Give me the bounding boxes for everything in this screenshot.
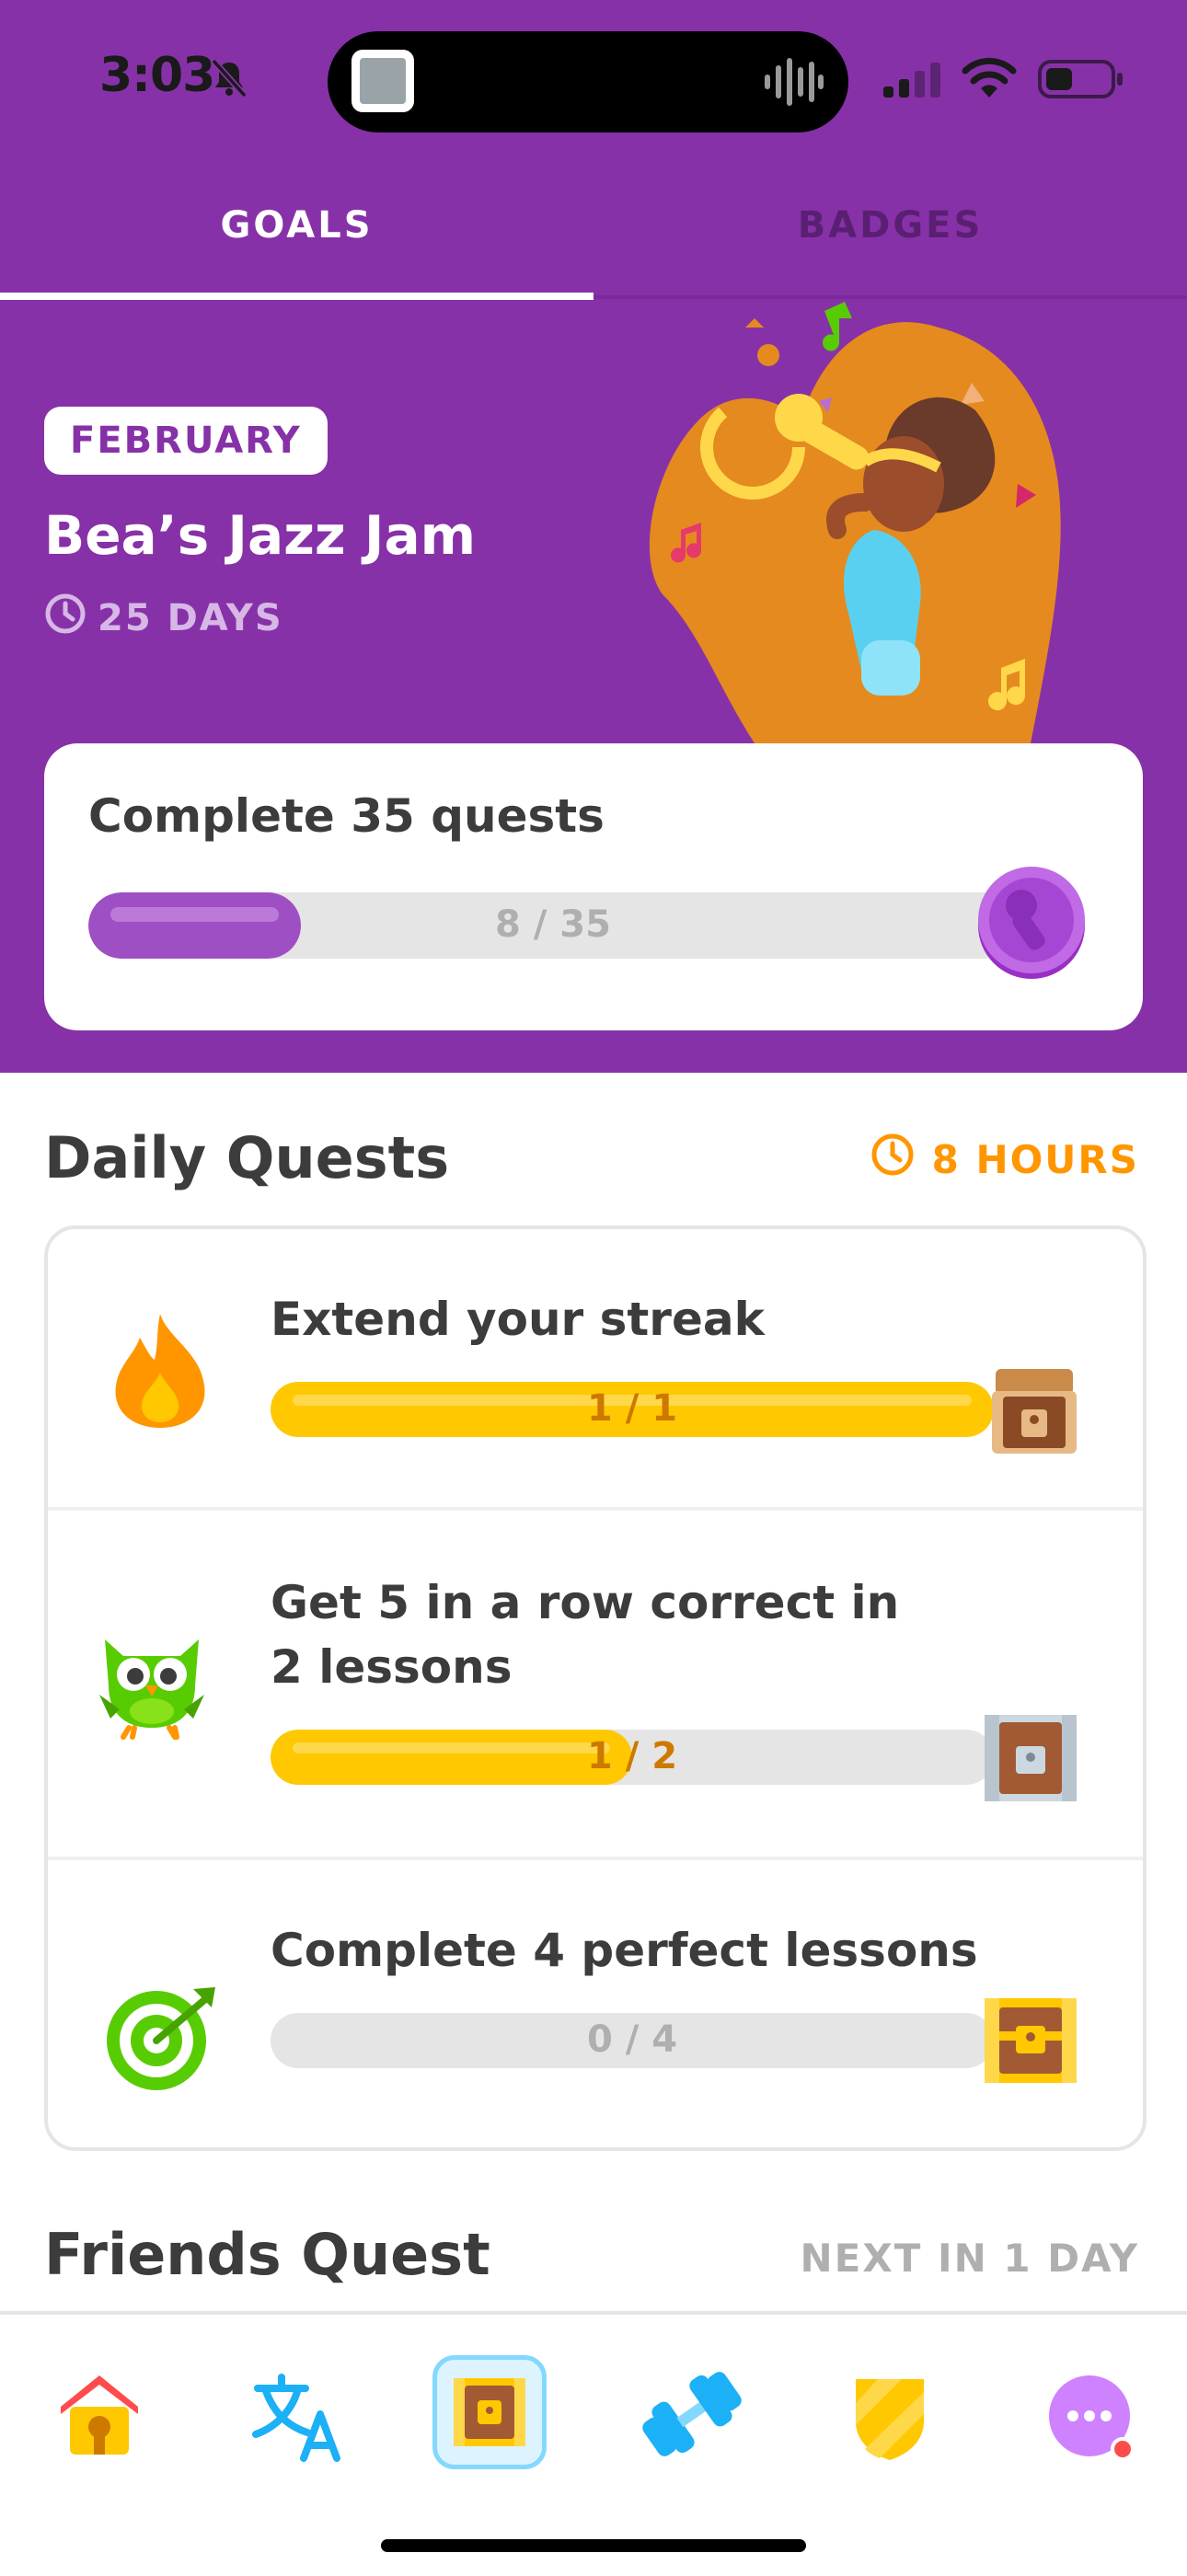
daily-quests-remaining: 8 HOURS: [931, 1136, 1139, 1182]
month-badge: FEBRUARY: [44, 407, 328, 475]
wifi-icon: [961, 57, 1018, 103]
trumpet-badge-icon: [974, 865, 1089, 984]
daily-quests-timer: 8 HOURS: [870, 1132, 1139, 1187]
jazz-trumpet-illustration: [644, 300, 1123, 747]
silver-chest-icon: [983, 1713, 1078, 1807]
dumbbell-icon[interactable]: [639, 2366, 745, 2466]
quest-title: Get 5 in a row correct in: [271, 1576, 900, 1629]
shield-icon[interactable]: [850, 2374, 929, 2466]
silent-bell-icon: [208, 57, 250, 103]
tab-active-indicator: [0, 293, 594, 300]
quest-progress-text: 1 / 1: [586, 1387, 678, 1430]
quests-chest-icon[interactable]: [432, 2355, 547, 2469]
signal-icon: [883, 61, 944, 101]
quest-title: Complete 4 perfect lessons: [271, 1924, 978, 1977]
event-remaining: 25 DAYS: [44, 592, 283, 644]
tab-badges[interactable]: BADGES: [594, 204, 1187, 247]
quest-progress-bar: 0 / 4: [271, 2013, 994, 2068]
quest-progress-text: 1 / 2: [586, 1735, 678, 1777]
timer-icon: [870, 1132, 916, 1187]
battery-icon: [1038, 59, 1126, 103]
flame-icon: [109, 1310, 212, 1433]
friends-quest-title: Friends Quest: [44, 2221, 490, 2288]
tab-goals[interactable]: GOALS: [0, 204, 594, 247]
status-time: 3:03: [99, 48, 215, 103]
target-icon: [101, 1980, 221, 2099]
quest-divider: [48, 1857, 1143, 1860]
tab-divider: [594, 295, 1187, 299]
monthly-quest-title: Complete 35 quests: [88, 789, 605, 843]
quest-title: Extend your streak: [271, 1293, 765, 1346]
home-indicator: [381, 2539, 806, 2552]
more-icon[interactable]: [1047, 2374, 1135, 2466]
daily-quests-title: Daily Quests: [44, 1124, 450, 1191]
quest-progress-bar: 1 / 1: [271, 1382, 994, 1437]
translate-icon[interactable]: [252, 2374, 344, 2466]
app-thumbnail-icon: [351, 50, 414, 112]
event-title: Bea’s Jazz Jam: [44, 504, 477, 567]
quest-progress-text: 0 / 4: [586, 2018, 678, 2061]
quest-title-line2: 2 lessons: [271, 1640, 513, 1694]
gold-chest-icon: [983, 1996, 1078, 2088]
opened-chest-icon: [990, 1362, 1078, 1459]
monthly-progress-text: 8 / 35: [495, 903, 611, 946]
owl-icon: [92, 1630, 212, 1744]
event-remaining-text: 25 DAYS: [98, 597, 283, 639]
home-icon[interactable]: [52, 2370, 147, 2462]
quest-progress-bar: 1 / 2: [271, 1730, 994, 1785]
bottom-nav: [0, 2311, 1187, 2576]
quest-divider: [48, 1507, 1143, 1511]
timer-icon: [44, 592, 86, 644]
waveform-icon: [762, 52, 826, 116]
friends-quest-next: NEXT IN 1 DAY: [800, 2236, 1139, 2281]
monthly-progress-bar: 8 / 35: [88, 892, 1018, 959]
